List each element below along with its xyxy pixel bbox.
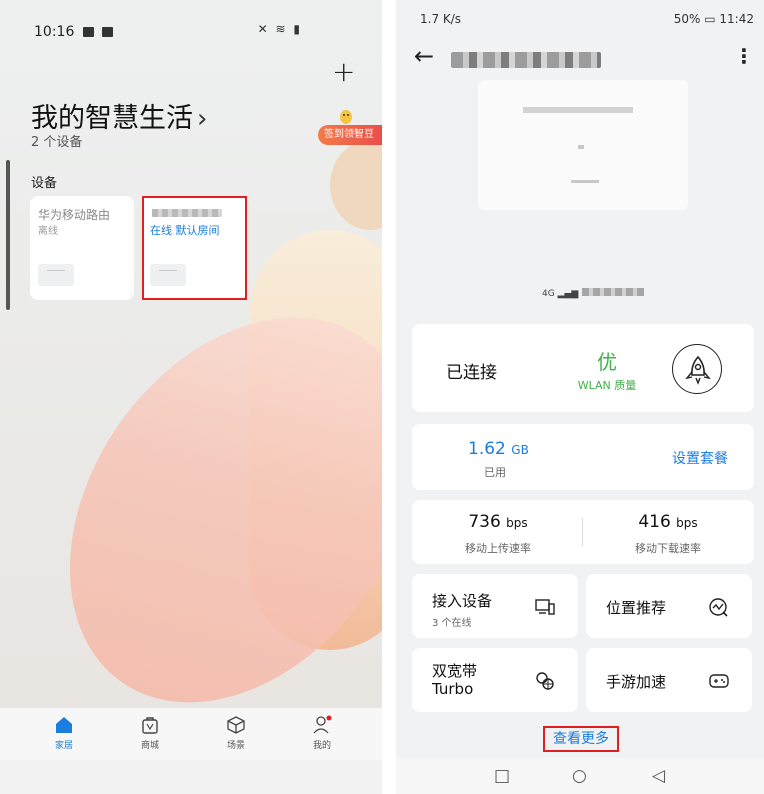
highlight-box — [142, 196, 247, 300]
decor-shape — [330, 140, 382, 230]
divider — [582, 518, 583, 546]
signal-4g-icon: 4G — [542, 289, 555, 299]
game-boost-tile[interactable]: 手游加速 — [586, 648, 752, 712]
connected-devices-tile[interactable]: 接入设备 3 个在线 — [412, 574, 578, 638]
chevron-right-icon: › — [197, 104, 208, 134]
status-bar: 1.7 K/s 50% ▭ 11:42 — [396, 0, 764, 38]
edge-handle[interactable] — [6, 160, 10, 310]
data-used-label: 已用 — [484, 466, 506, 479]
status-bar: 10:16 ✕ ≋ ▮ — [0, 0, 382, 60]
signin-badge[interactable]: 签到领智豆 — [318, 125, 382, 145]
device-name: 华为移动路由 — [38, 208, 111, 222]
status-icons: ✕ ≋ ▮ — [257, 22, 302, 36]
back-arrow-icon[interactable]: ← — [414, 44, 434, 68]
left-phone-screen: 10:16 ✕ ≋ ▮ + 我的智慧生活 › 2 个设备 签到领智豆 设备 华为移… — [0, 0, 382, 794]
home-icon — [56, 717, 72, 733]
system-nav-bar: □ ○ ◁ — [396, 758, 764, 794]
decor-shape — [0, 251, 382, 769]
speed-card: 736 bps 移动上传速率 416 bps 移动下载速率 — [412, 500, 754, 564]
cube-icon — [227, 716, 245, 734]
person-icon — [313, 715, 332, 734]
upload-speed-label: 移动上传速率 — [465, 542, 531, 555]
home-button[interactable]: ○ — [572, 766, 587, 786]
right-phone-screen: 1.7 K/s 50% ▭ 11:42 ← ⋮ 4G ▂▄▆ 已连接 优 WLA… — [396, 0, 764, 794]
devices-icon — [535, 599, 555, 615]
wlan-quality-label: WLAN 质量 — [577, 379, 637, 392]
data-usage-card: 1.62 GB 已用 设置套餐 — [412, 424, 754, 490]
tab-store[interactable]: 商城 — [120, 714, 180, 751]
device-count: 2 个设备 — [31, 135, 83, 150]
device-title-blurred — [451, 52, 601, 68]
system-nav-bar — [0, 760, 382, 794]
store-bag-icon — [142, 717, 158, 734]
rocket-icon — [685, 355, 711, 385]
dual-band-icon — [536, 672, 554, 690]
set-plan-link[interactable]: 设置套餐 — [672, 448, 728, 468]
image-icon — [102, 27, 114, 37]
signal-check-icon — [709, 598, 728, 617]
data-used-value: 1.62 GB — [468, 439, 529, 459]
tab-mine[interactable]: 我的 — [292, 714, 352, 751]
wlan-quality: 优 — [597, 350, 617, 374]
add-device-button[interactable]: + — [332, 58, 355, 86]
message-icon — [82, 27, 94, 37]
connection-card: 已连接 优 WLAN 质量 — [412, 324, 754, 412]
router-icon — [38, 264, 74, 286]
section-label: 设备 — [31, 176, 58, 191]
network-info: 4G ▂▄▆ — [542, 288, 645, 299]
network-speed: 1.7 K/s — [420, 12, 462, 26]
upload-speed: 736 bps — [468, 512, 528, 532]
router-image — [478, 80, 688, 210]
bean-mascot-icon — [340, 110, 352, 124]
download-speed: 416 bps — [638, 512, 698, 532]
bottom-tab-bar: 家居 商城 场景 我的 — [0, 708, 382, 760]
battery-time: 50% ▭ 11:42 — [673, 12, 754, 26]
device-status: 离线 — [38, 226, 58, 237]
see-more-link[interactable]: 查看更多 — [543, 726, 619, 752]
carrier-blurred — [582, 288, 645, 296]
more-options-icon[interactable]: ⋮ — [734, 46, 754, 66]
download-speed-label: 移动下载速率 — [635, 542, 701, 555]
connection-status: 已连接 — [446, 363, 497, 383]
status-time: 10:16 — [34, 24, 75, 40]
tab-scenes[interactable]: 场景 — [206, 714, 266, 751]
speedup-button[interactable] — [672, 344, 722, 394]
back-button[interactable]: ◁ — [652, 766, 665, 786]
gamepad-icon — [709, 674, 729, 688]
recents-button[interactable]: □ — [494, 766, 510, 786]
page-title[interactable]: 我的智慧生活 › — [31, 96, 207, 135]
location-recommend-tile[interactable]: 位置推荐 — [586, 574, 752, 638]
device-card[interactable]: 华为移动路由 离线 — [30, 196, 134, 300]
tab-home[interactable]: 家居 — [34, 714, 94, 751]
dual-broadband-tile[interactable]: 双宽带 Turbo — [412, 648, 578, 712]
